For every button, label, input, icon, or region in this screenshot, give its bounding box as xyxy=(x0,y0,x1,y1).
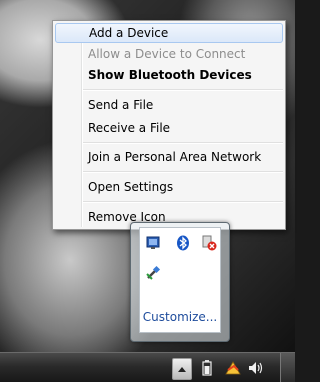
volume-icon[interactable] xyxy=(247,358,265,378)
menu-separator xyxy=(83,89,283,91)
notification-area-overflow: Customize... xyxy=(130,222,230,342)
menu-item-join-pan[interactable]: Join a Personal Area Network xyxy=(55,147,283,167)
show-hidden-icons-button[interactable] xyxy=(172,358,192,380)
bluetooth-context-menu: Add a Device Allow a Device to Connect S… xyxy=(52,20,286,230)
up-arrow-icon xyxy=(178,367,186,372)
menu-item-send-file[interactable]: Send a File xyxy=(55,95,283,115)
menu-item-receive-file[interactable]: Receive a File xyxy=(55,118,283,138)
taskbar xyxy=(0,352,295,382)
menu-separator xyxy=(83,171,283,173)
show-desktop-button[interactable] xyxy=(280,353,295,382)
bluetooth-icon[interactable] xyxy=(174,234,192,252)
menu-item-allow-device: Allow a Device to Connect xyxy=(88,47,246,61)
menu-separator xyxy=(83,142,283,144)
device-error-icon[interactable] xyxy=(200,234,218,252)
menu-item-open-settings[interactable]: Open Settings xyxy=(55,177,283,197)
customize-link[interactable]: Customize... xyxy=(140,310,220,324)
usb-device-icon[interactable] xyxy=(144,264,162,282)
menu-item-add-device[interactable]: Add a Device xyxy=(55,23,283,43)
menu-separator xyxy=(83,201,283,203)
action-center-icon[interactable] xyxy=(224,358,242,378)
network-icon[interactable] xyxy=(144,234,162,252)
menu-item-show-bluetooth-devices[interactable]: Show Bluetooth Devices xyxy=(55,65,283,85)
battery-icon[interactable] xyxy=(200,358,214,378)
overflow-panel: Customize... xyxy=(139,227,221,333)
